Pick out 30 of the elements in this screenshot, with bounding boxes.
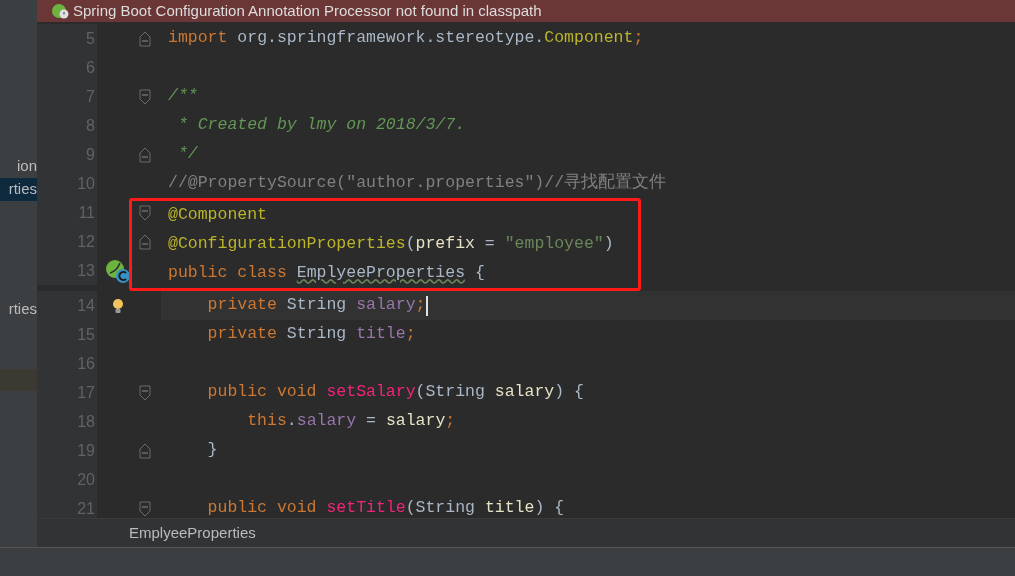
breadcrumb[interactable]: EmplyeeProperties (129, 521, 256, 545)
fold-icon[interactable] (139, 88, 151, 105)
code-line: public void setTitle(String title) { (206, 497, 565, 520)
lightbulb-icon[interactable] (112, 297, 124, 314)
code-line: public void setSalary(String salary) { (206, 381, 584, 404)
code-line: */ (176, 143, 198, 166)
warning-message: Spring Boot Configuration Annotation Processor not found in classpath (73, 0, 542, 21)
code-line: @ConfigurationProperties(prefix = "employee") (168, 233, 614, 256)
project-tree-item[interactable]: ion (0, 155, 37, 178)
fold-icon[interactable] (139, 384, 151, 401)
code-line: @Component (168, 204, 268, 227)
code-line: private String salary; (206, 294, 426, 317)
spring-class-icon[interactable] (105, 258, 131, 283)
code-line: /** (168, 85, 198, 108)
fold-icon[interactable] (139, 233, 151, 250)
code-line: import org.springframework.stereotype.Component; (168, 27, 644, 50)
code-line: } (206, 439, 218, 462)
fold-icon[interactable] (139, 146, 151, 163)
code-line: * Created by lmy on 2018/3/7. (176, 114, 466, 137)
fold-icon[interactable] (139, 500, 151, 517)
code-line: this.salary = salary; (246, 410, 456, 433)
fold-icon[interactable] (139, 442, 151, 459)
code-line: private String title; (206, 323, 416, 346)
code-line: public class EmplyeeProperties { (168, 262, 485, 285)
spring-icon (51, 3, 69, 19)
fold-icon[interactable] (139, 204, 151, 221)
project-tree-item[interactable]: rties (0, 298, 37, 321)
project-tree-item[interactable]: rties (0, 178, 37, 201)
fold-icon[interactable] (139, 30, 151, 47)
code-line: //@PropertySource("author.properties")//寻找配置文件 (168, 172, 667, 195)
